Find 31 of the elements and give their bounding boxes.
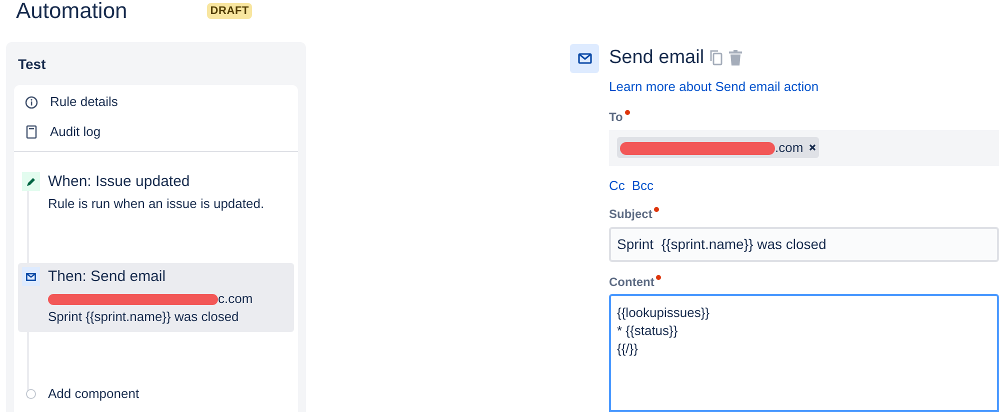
action-title: Send email xyxy=(609,46,704,70)
step-description: Rule is run when an issue is updated. xyxy=(48,196,264,211)
cc-link[interactable]: Cc xyxy=(609,176,625,195)
rule-step[interactable]: Add component xyxy=(18,380,294,408)
document-icon xyxy=(26,125,36,139)
to-field[interactable]: .com xyxy=(609,130,999,166)
email-text: .com xyxy=(775,140,804,155)
sidebar-menu-item[interactable]: Audit log xyxy=(24,123,288,141)
field-label: Subject xyxy=(609,206,652,223)
rule-step[interactable]: Then: Send email c.com Sprint {{sprint.name}} was closed xyxy=(18,263,294,332)
cc-link[interactable]: Bcc xyxy=(632,176,654,195)
trash-icon[interactable] xyxy=(729,50,742,66)
info-icon xyxy=(24,96,38,108)
email-text: c.com xyxy=(218,291,253,306)
rule-step[interactable]: When: Issue updated Rule is run when an issue is updated. xyxy=(18,170,294,221)
sidebar-menu-item[interactable]: Rule details xyxy=(24,93,288,111)
field-label: Content xyxy=(609,274,654,291)
pencil-icon xyxy=(22,172,40,191)
help-link[interactable]: Learn more about Send email action xyxy=(609,77,819,96)
step-description: Sprint {{sprint.name}} was closed xyxy=(48,309,239,324)
recipient-tag[interactable]: .com xyxy=(617,137,820,158)
field-label: To xyxy=(609,108,623,126)
subject-field[interactable]: Sprint {{sprint.name}} was closed xyxy=(609,227,999,262)
envelope-icon xyxy=(22,267,40,286)
rule-name: Test xyxy=(18,55,46,74)
page-title: Automation xyxy=(16,0,128,22)
copy-icon[interactable] xyxy=(710,50,724,66)
status-badge: DRAFT xyxy=(207,2,252,20)
envelope-icon xyxy=(570,44,599,73)
close-icon[interactable] xyxy=(809,144,816,151)
content-textarea[interactable]: {{lookupissues}} * {{status}} {{/}} xyxy=(609,294,999,412)
